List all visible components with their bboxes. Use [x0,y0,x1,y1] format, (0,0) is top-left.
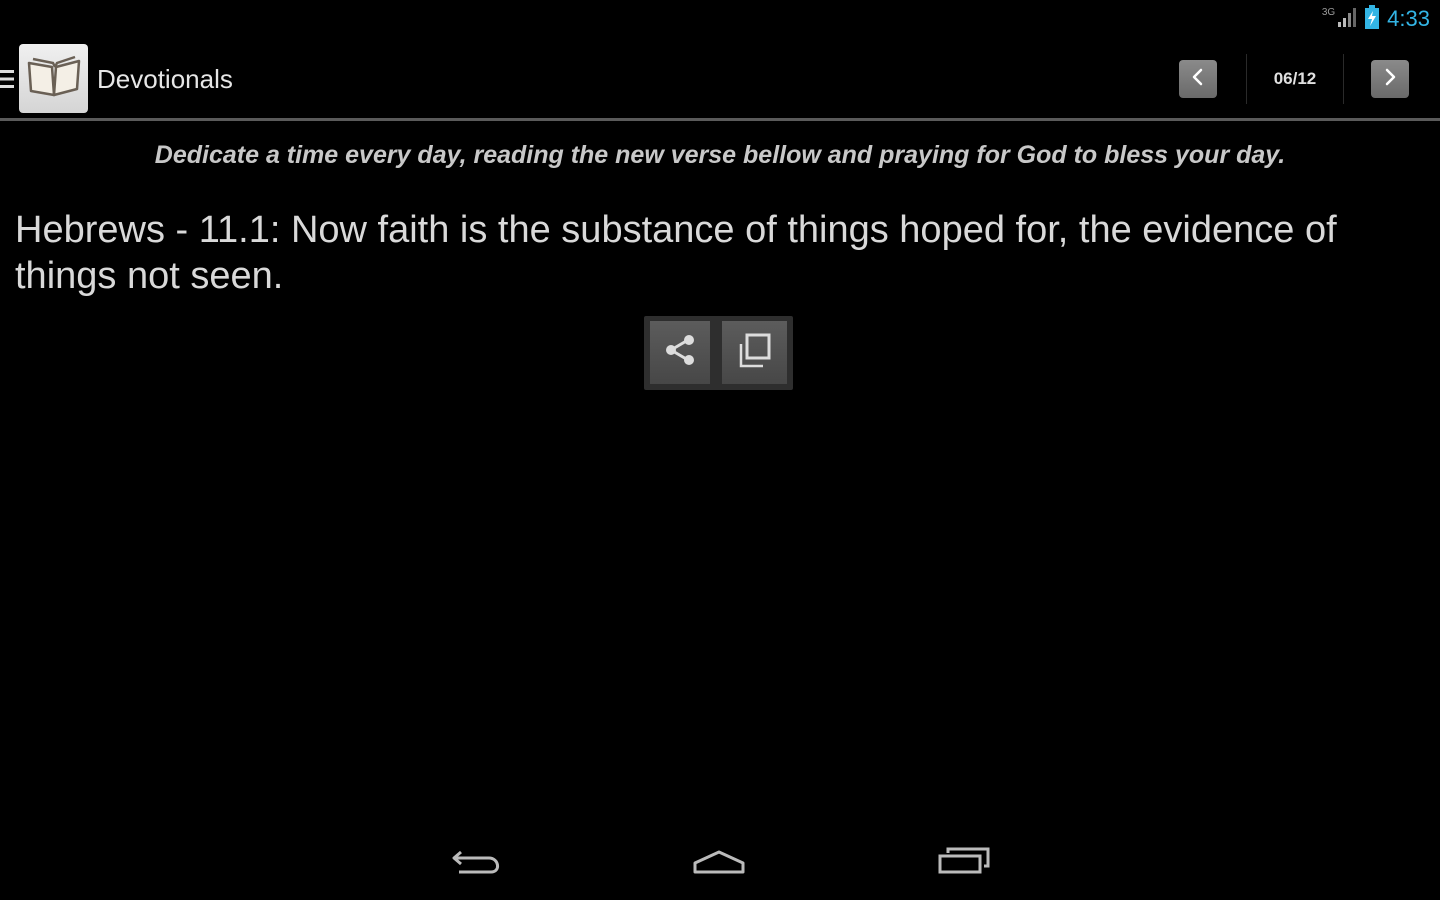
battery-charging-icon [1365,4,1380,34]
network-type: 3G [1321,6,1336,18]
copy-icon [735,330,775,375]
page-counter: 06/12 [1273,69,1317,88]
divider [1343,54,1344,104]
screen: 3G 4:33 Devotionals 06/12 Dedicate a tim… [0,0,1440,900]
subtitle: Dedicate a time every day, reading the n… [154,141,1286,169]
previous-button[interactable] [1179,60,1217,98]
share-button[interactable] [650,321,710,384]
copy-button[interactable] [722,321,787,384]
divider [1246,54,1247,104]
verse-actions [644,316,793,390]
action-bar: Devotionals 06/12 [0,38,1440,121]
app-icon-button[interactable] [19,44,88,113]
system-nav-bar [0,828,1440,900]
app-title: Devotionals [97,64,233,94]
back-icon[interactable] [449,842,505,887]
chevron-right-icon [1382,67,1398,92]
clock: 4:33 [1387,6,1430,31]
signal-icon [1337,6,1357,33]
home-icon[interactable] [690,842,748,887]
next-button[interactable] [1371,60,1409,98]
verse-text: Hebrews - 11.1: Now faith is the substan… [15,209,1337,297]
chevron-left-icon [1190,67,1206,92]
status-bar: 3G 4:33 [0,0,1440,38]
share-icon [662,332,698,373]
drawer-icon[interactable] [0,69,14,89]
recents-icon[interactable] [936,842,994,887]
status-icons: 3G 4:33 [1322,4,1430,34]
book-icon [25,53,83,104]
